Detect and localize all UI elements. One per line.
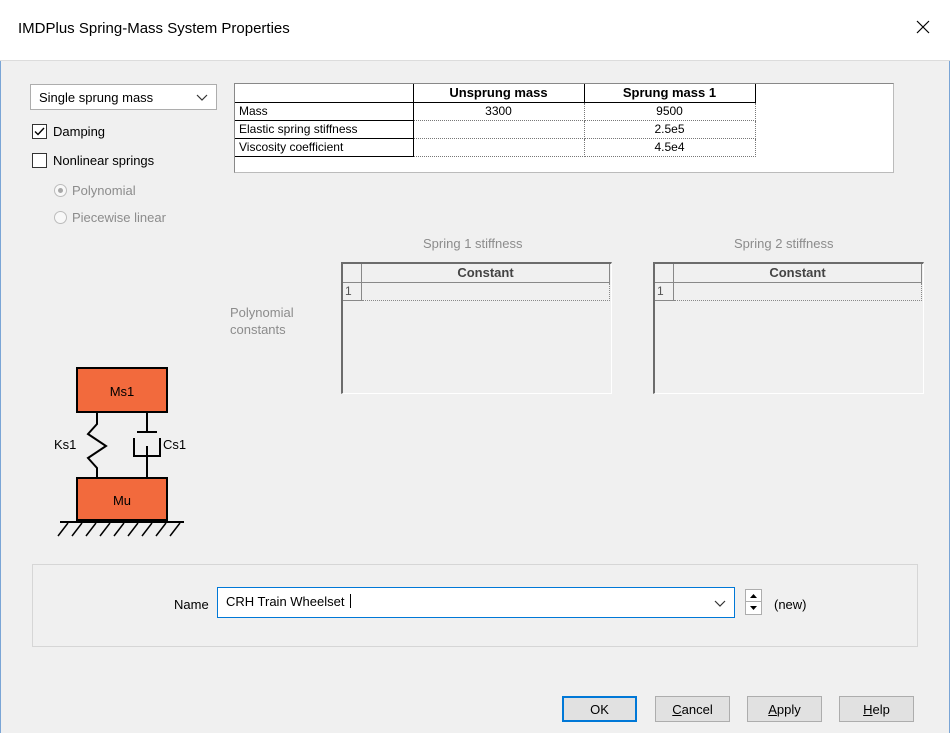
cell-unsprung-stiffness[interactable] xyxy=(413,120,585,139)
piecewise-radio-row[interactable]: Piecewise linear xyxy=(54,210,166,225)
help-mnemonic: H xyxy=(863,701,873,717)
row-label: Viscosity coefficient xyxy=(235,137,414,157)
damping-label: Damping xyxy=(53,124,106,139)
damper-icon xyxy=(133,412,161,478)
mass-properties-grid: Unsprung mass Sprung mass 1 Mass 3300 95… xyxy=(234,83,894,173)
checkmark-icon xyxy=(34,127,45,136)
cancel-mnemonic: C xyxy=(672,701,682,717)
row-label: Mass xyxy=(235,101,414,121)
ok-button-label: OK xyxy=(590,701,609,717)
cancel-button[interactable]: Cancel xyxy=(655,696,730,722)
table-row: Mass 3300 9500 xyxy=(235,101,756,121)
grid-corner xyxy=(235,84,414,103)
model-type-dropdown[interactable]: Single sprung mass xyxy=(30,84,217,110)
spring1-col-header: Constant xyxy=(362,264,610,283)
name-value: CRH Train Wheelset xyxy=(226,594,349,609)
table-row: Viscosity coefficient 4.5e4 xyxy=(235,137,756,157)
help-label: elp xyxy=(872,701,890,717)
chevron-down-icon xyxy=(196,94,208,101)
title-bar: IMDPlus Spring-Mass System Properties xyxy=(0,0,950,61)
col-header-sprung: Sprung mass 1 xyxy=(583,84,756,103)
spring1-cell[interactable] xyxy=(362,283,610,301)
chevron-down-icon xyxy=(714,600,726,607)
damper-label: Cs1 xyxy=(163,437,186,452)
window-title: IMDPlus Spring-Mass System Properties xyxy=(18,20,290,37)
nonlinear-checkbox[interactable] xyxy=(32,153,47,168)
sprung-mass-label: Ms1 xyxy=(110,384,135,399)
name-label: Name xyxy=(174,597,209,612)
table-row: Elastic spring stiffness 2.5e5 xyxy=(235,119,756,139)
piecewise-label: Piecewise linear xyxy=(72,210,166,225)
name-status: (new) xyxy=(774,597,807,612)
cell-unsprung-mass[interactable]: 3300 xyxy=(413,102,585,121)
spinner-up-button[interactable] xyxy=(745,589,762,602)
name-spinner[interactable] xyxy=(745,589,762,615)
help-button[interactable]: Help xyxy=(839,696,914,722)
apply-label: pply xyxy=(776,701,801,717)
polynomial-radio[interactable] xyxy=(54,184,67,197)
spring1-row-number: 1 xyxy=(343,283,362,301)
name-combobox[interactable]: CRH Train Wheelset xyxy=(217,587,735,618)
polynomial-label: Polynomial xyxy=(72,183,136,198)
arrow-up-icon xyxy=(750,593,757,598)
nonlinear-label: Nonlinear springs xyxy=(53,153,155,168)
damping-checkbox[interactable] xyxy=(32,124,47,139)
close-icon xyxy=(916,20,930,34)
cell-sprung-mass[interactable]: 9500 xyxy=(584,102,756,121)
ok-button[interactable]: OK xyxy=(562,696,637,722)
spring2-row-number: 1 xyxy=(655,283,674,301)
piecewise-radio[interactable] xyxy=(54,211,67,224)
polynomial-radio-row[interactable]: Polynomial xyxy=(54,183,136,198)
cell-unsprung-viscosity[interactable] xyxy=(413,138,585,157)
cancel-label: ancel xyxy=(681,701,713,717)
nonlinear-checkbox-row[interactable]: Nonlinear springs xyxy=(32,153,154,168)
cell-sprung-viscosity[interactable]: 4.5e4 xyxy=(584,138,756,157)
close-button[interactable] xyxy=(910,14,936,40)
damping-checkbox-row[interactable]: Damping xyxy=(32,124,105,139)
unsprung-mass-label: Mu xyxy=(113,493,131,508)
spring2-col-header: Constant xyxy=(674,264,922,283)
arrow-down-icon xyxy=(750,606,757,610)
ground-hatch xyxy=(57,522,181,537)
apply-button[interactable]: Apply xyxy=(747,696,822,722)
spring2-grid[interactable]: Constant 1 xyxy=(653,262,924,394)
spring2-cell[interactable] xyxy=(674,283,922,301)
spring1-grid[interactable]: Constant 1 xyxy=(341,262,612,394)
apply-mnemonic: A xyxy=(768,701,777,717)
model-type-value: Single sprung mass xyxy=(39,90,154,105)
polynomial-constants-label: Polynomial constants xyxy=(230,305,294,337)
spring1-title: Spring 1 stiffness xyxy=(423,236,523,251)
spring-label: Ks1 xyxy=(54,437,76,452)
row-label: Elastic spring stiffness xyxy=(235,119,414,139)
spring-mass-diagram: Ms1 Ks1 Cs1 Mu xyxy=(54,367,186,537)
col-header-unsprung: Unsprung mass xyxy=(412,84,585,103)
spring2-title: Spring 2 stiffness xyxy=(734,236,834,251)
spinner-down-button[interactable] xyxy=(745,602,762,615)
spring-icon xyxy=(86,412,108,478)
cell-sprung-stiffness[interactable]: 2.5e5 xyxy=(584,120,756,139)
